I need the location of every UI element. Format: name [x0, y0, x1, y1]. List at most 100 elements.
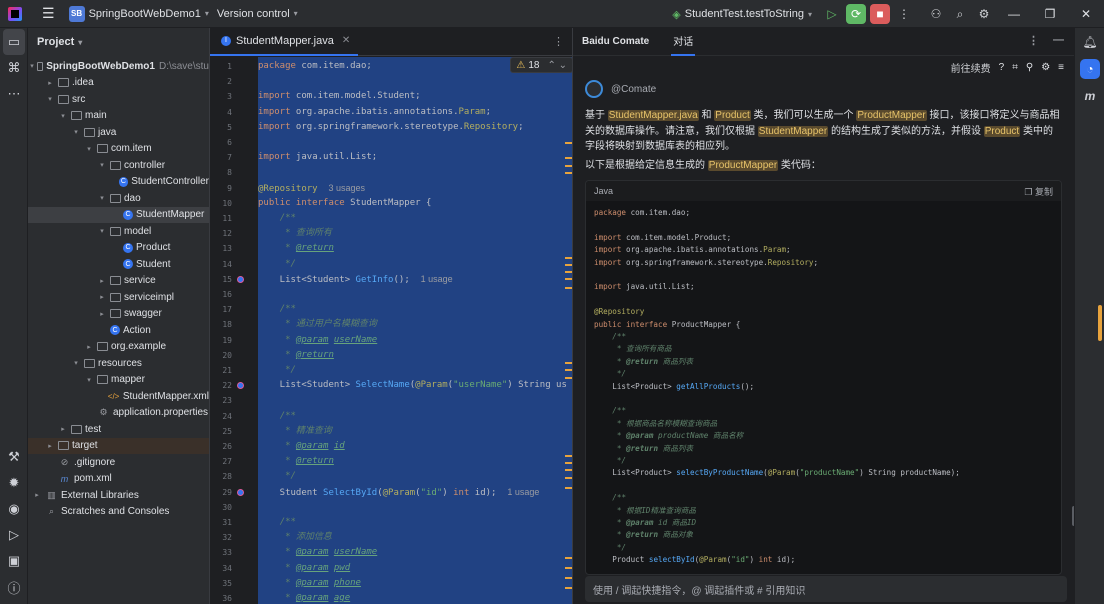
maven-icon[interactable]: m: [1075, 83, 1104, 109]
expand-arrow-icon[interactable]: ▾: [30, 62, 34, 70]
code-block-line: import org.springframework.stereotype.Re…: [594, 257, 819, 267]
run-icon[interactable]: ▷: [0, 522, 28, 548]
services-icon[interactable]: ◉: [0, 496, 28, 522]
tree-item[interactable]: ▸ test: [28, 421, 209, 438]
problems-icon[interactable]: ⓘ: [0, 574, 28, 600]
implementation-gutter-icon[interactable]: [237, 275, 244, 283]
code-block-line: */: [594, 542, 627, 552]
settings-gear-icon[interactable]: ⚙: [1041, 62, 1050, 73]
expand-arrow-icon[interactable]: ▸: [97, 310, 107, 318]
tab-label: StudentMapper.java: [236, 34, 334, 47]
debug-running-icon[interactable]: ⟳: [846, 4, 866, 24]
expand-arrow-icon[interactable]: ▾: [84, 145, 94, 153]
implementation-gutter-icon[interactable]: [237, 488, 244, 496]
tree-item[interactable]: ▸ serviceimpl: [28, 289, 209, 306]
tree-item[interactable]: ▸ .idea: [28, 75, 209, 92]
more-tools-icon[interactable]: ⋯: [0, 81, 28, 107]
copy-button[interactable]: ❐ 复制: [1024, 185, 1053, 198]
tree-item[interactable]: C StudentController: [28, 174, 209, 191]
project-folder-icon[interactable]: ▭: [3, 29, 25, 55]
rerun-icon[interactable]: ▷: [822, 4, 842, 24]
editor-tab-studentmapper[interactable]: I StudentMapper.java ✕: [210, 28, 359, 56]
code-area[interactable]: ⚠ 18 ⌃ ⌄ package com.item.dao; import com.i…: [258, 57, 573, 604]
tab-chat[interactable]: 对话: [671, 28, 696, 56]
menu-icon[interactable]: ≡: [1058, 62, 1064, 73]
version-control-menu[interactable]: Version control ▾: [217, 0, 298, 28]
history-icon[interactable]: ⚲: [1026, 62, 1033, 73]
add-user-icon[interactable]: ⚇: [926, 4, 946, 24]
expand-arrow-icon[interactable]: ▸: [45, 79, 55, 87]
tree-item[interactable]: ▾ dao: [28, 190, 209, 207]
inspection-widget[interactable]: ⚠ 18 ⌃ ⌄: [510, 57, 573, 73]
tree-item[interactable]: ▾ mapper: [28, 372, 209, 389]
expand-arrow-icon[interactable]: ▸: [58, 425, 68, 433]
more-icon[interactable]: ⋮: [1028, 34, 1039, 47]
tree-item[interactable]: ▸ swagger: [28, 306, 209, 323]
settings-gear-icon[interactable]: ⚙: [974, 4, 994, 24]
help-icon[interactable]: ?: [999, 62, 1005, 73]
more-icon[interactable]: ⋮: [553, 35, 564, 48]
line-number: 1: [227, 62, 232, 71]
expand-arrow-icon[interactable]: ▾: [71, 128, 81, 136]
expand-arrow-icon[interactable]: ▾: [84, 376, 94, 384]
tree-item[interactable]: C Student: [28, 256, 209, 273]
structure-icon[interactable]: ⌘: [0, 55, 28, 81]
tree-item[interactable]: ▸ target: [28, 437, 209, 454]
terminal-icon[interactable]: ▣: [0, 548, 28, 574]
tree-item[interactable]: ⌕ Scratches and Consoles: [28, 504, 209, 521]
project-panel-header[interactable]: Project ▾: [28, 28, 209, 56]
tree-item[interactable]: ▾ java: [28, 124, 209, 141]
tree-item[interactable]: ▸ service: [28, 273, 209, 290]
expand-arrow-icon[interactable]: ▾: [71, 359, 81, 367]
expand-arrow-icon[interactable]: ▸: [32, 491, 42, 499]
tree-item[interactable]: ▾ model: [28, 223, 209, 240]
stop-icon[interactable]: ■: [870, 4, 890, 24]
tree-item[interactable]: ▸ ▥ External Libraries: [28, 487, 209, 504]
expand-arrow-icon[interactable]: ▾: [58, 112, 68, 120]
tree-item[interactable]: </> StudentMapper.xml: [28, 388, 209, 405]
tree-item[interactable]: ▾ SpringBootWebDemo1 D:\save\stu: [28, 58, 209, 75]
minimize-button[interactable]: —: [996, 7, 1032, 21]
line-number: 20: [222, 350, 232, 360]
tree-item[interactable]: ▾ main: [28, 108, 209, 125]
close-button[interactable]: ✕: [1068, 7, 1104, 21]
tree-item[interactable]: ⊘ .gitignore: [28, 454, 209, 471]
build-hammer-icon[interactable]: ⚒: [0, 444, 28, 470]
nav-arrows-icon[interactable]: ⌃ ⌄: [547, 60, 567, 71]
implementation-gutter-icon[interactable]: [237, 382, 244, 390]
code-line: import org.springframework.stereotype.Re…: [258, 121, 524, 132]
run-configuration-selector[interactable]: ◈ StudentTest.testToString ▾: [672, 0, 812, 28]
comate-icon[interactable]: ◔: [1080, 59, 1100, 79]
renew-link[interactable]: 前往续费: [951, 60, 991, 75]
expand-arrow-icon[interactable]: ▸: [97, 293, 107, 301]
tree-item[interactable]: ▾ com.item: [28, 141, 209, 158]
tree-item[interactable]: C Action: [28, 322, 209, 339]
more-actions-icon[interactable]: ⋮: [894, 4, 914, 24]
tree-item[interactable]: ▾ controller: [28, 157, 209, 174]
tree-item[interactable]: ▾ resources: [28, 355, 209, 372]
main-menu-icon[interactable]: ☰: [42, 0, 55, 28]
expand-arrow-icon[interactable]: ▸: [84, 343, 94, 351]
plugins-icon[interactable]: ⌗: [1012, 62, 1018, 73]
expand-arrow-icon[interactable]: ▾: [97, 161, 107, 169]
minimize-panel-icon[interactable]: —: [1053, 34, 1064, 47]
expand-arrow-icon[interactable]: ▾: [97, 194, 107, 202]
tree-item[interactable]: ▾ src: [28, 91, 209, 108]
project-switcher[interactable]: SpringBootWebDemo1 ▾: [89, 0, 209, 28]
close-tab-icon[interactable]: ✕: [342, 35, 350, 46]
expand-arrow-icon[interactable]: ▾: [45, 95, 55, 103]
search-icon[interactable]: ⌕: [950, 4, 970, 24]
debug-bug-icon[interactable]: ✹: [0, 470, 28, 496]
tree-item[interactable]: ⚙ application.properties: [28, 405, 209, 422]
expand-arrow-icon[interactable]: ▾: [97, 227, 107, 235]
expand-arrow-icon[interactable]: ▸: [97, 277, 107, 285]
expand-arrow-icon[interactable]: ▸: [45, 442, 55, 450]
tree-item[interactable]: m pom.xml: [28, 471, 209, 488]
tree-item[interactable]: ▸ org.example: [28, 339, 209, 356]
tree-item[interactable]: C Product: [28, 240, 209, 257]
maximize-button[interactable]: ❐: [1032, 7, 1068, 21]
test-config-icon: ◈: [672, 8, 681, 21]
tree-item[interactable]: C StudentMapper: [28, 206, 209, 223]
chat-input[interactable]: 使用 / 调起快捷指令，@ 调起插件或 # 引用知识: [585, 576, 1067, 602]
notifications-bell-icon[interactable]: 🔔︎: [1075, 29, 1104, 55]
